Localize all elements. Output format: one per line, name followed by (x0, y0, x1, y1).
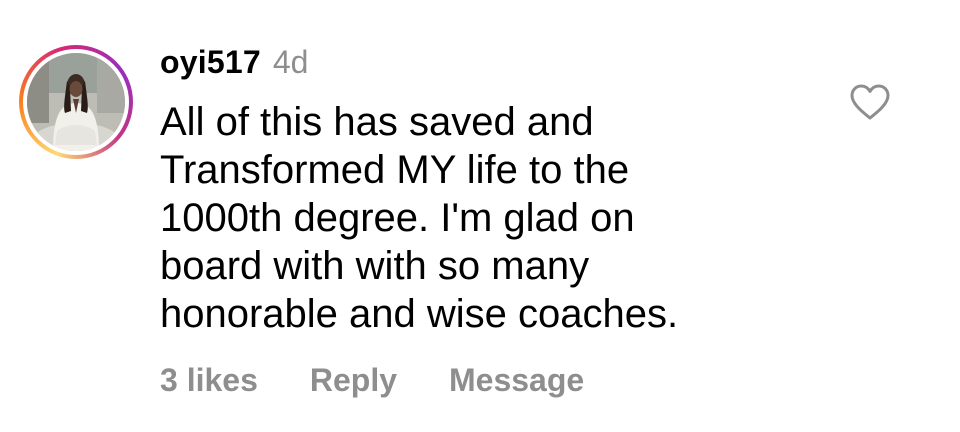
comment-text: All of this has saved and Transformed MY… (160, 98, 800, 338)
comment-text-line: Transformed MY life to the (160, 148, 630, 192)
comment-text-line: honorable and wise coaches. (160, 292, 679, 336)
comment-text-line: board with with so many (160, 244, 590, 288)
avatar-photo (27, 53, 125, 151)
message-button[interactable]: Message (449, 362, 584, 399)
timestamp: 4d (272, 44, 309, 80)
comment-item: oyi517 4d All of this has saved and Tran… (0, 0, 960, 432)
avatar[interactable] (27, 53, 125, 151)
like-button[interactable] (848, 82, 892, 122)
comment-text-line: All of this has saved and (160, 100, 594, 144)
reply-button[interactable]: Reply (310, 362, 397, 399)
comment-header: oyi517 4d (160, 44, 308, 88)
comment-text-line: 1000th degree. I'm glad on (160, 196, 635, 240)
username-link[interactable]: oyi517 (160, 44, 261, 81)
heart-outline-icon (850, 84, 890, 120)
likes-count[interactable]: 3 likes (160, 362, 258, 399)
story-ring[interactable] (19, 45, 133, 159)
comment-actions: 3 likes Reply Message (160, 362, 584, 399)
